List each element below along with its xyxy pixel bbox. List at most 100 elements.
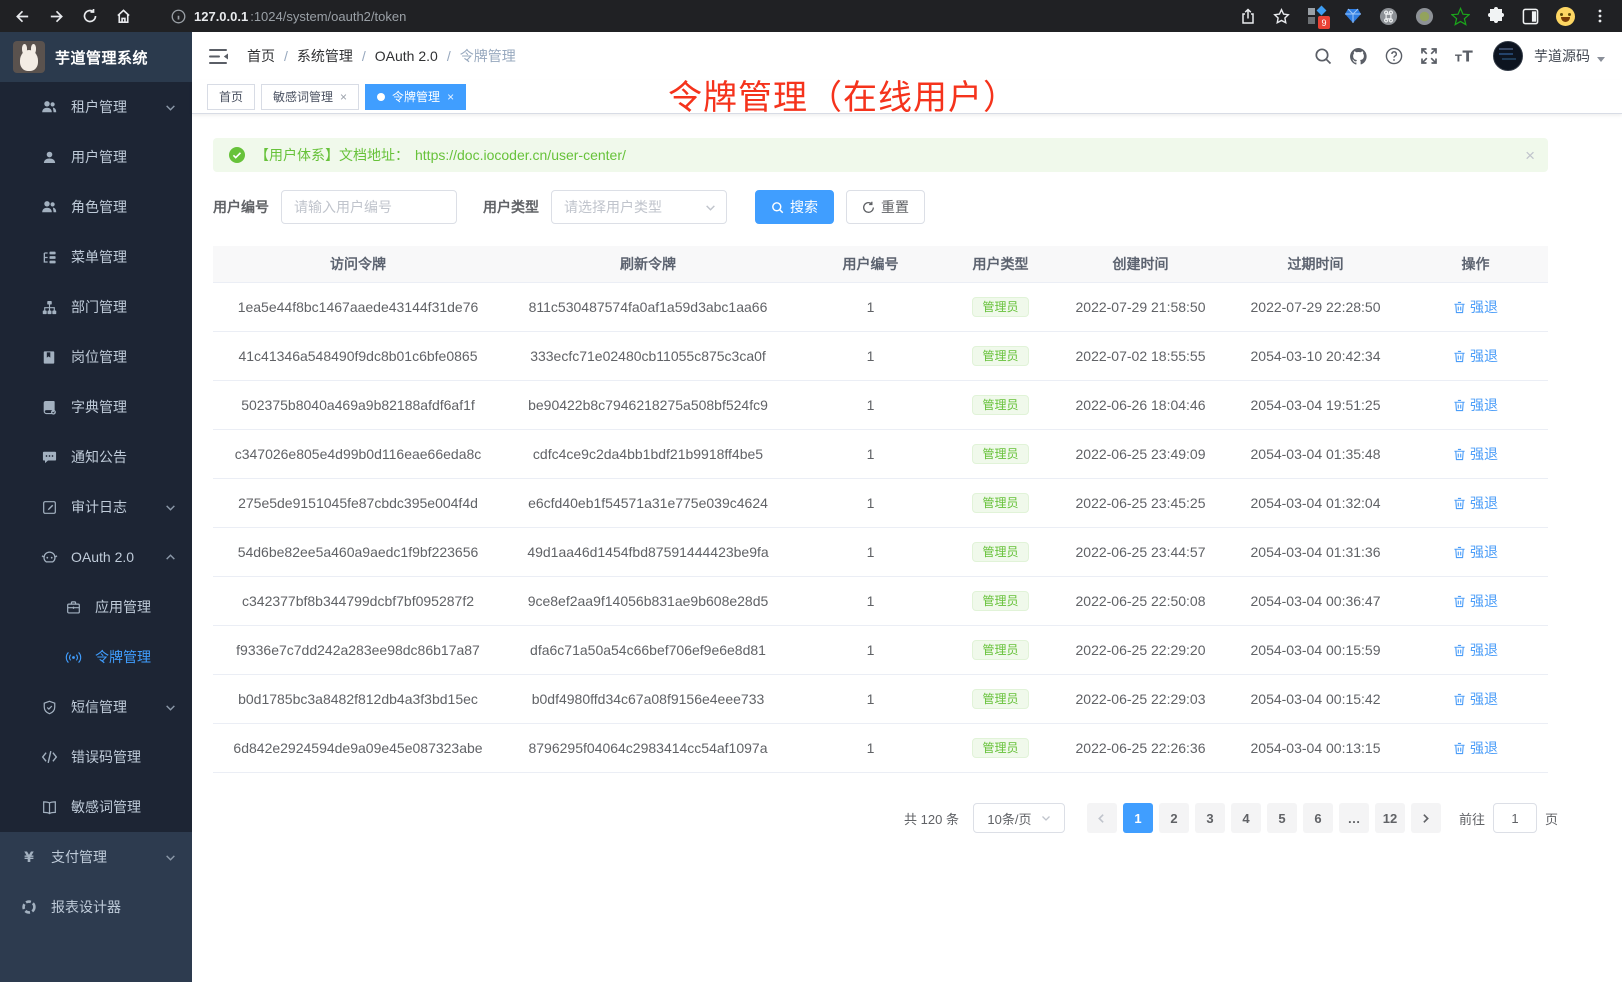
token-table: 访问令牌刷新令牌用户编号用户类型创建时间过期时间操作1ea5e44f8bc146… [213, 246, 1548, 773]
page-size-select[interactable]: 10条/页 [973, 803, 1065, 833]
record-extension-icon[interactable] [1415, 7, 1434, 26]
page-button-4[interactable]: 4 [1231, 803, 1261, 833]
address-bar[interactable]: 127.0.0.1:1024/system/oauth2/token [171, 9, 406, 24]
breadcrumb-separator: / [284, 48, 288, 64]
user-type-badge: 管理员 [972, 689, 1028, 709]
user-avatar[interactable] [1493, 41, 1523, 71]
sidebar-item-报表设计器[interactable]: 报表设计器 [0, 882, 192, 932]
page-button-3[interactable]: 3 [1195, 803, 1225, 833]
reset-button[interactable]: 重置 [846, 190, 925, 224]
side-panel-icon[interactable] [1522, 8, 1539, 25]
force-logout-button[interactable]: 强退 [1453, 640, 1498, 660]
page-button-2[interactable]: 2 [1159, 803, 1189, 833]
user-type-select[interactable]: 请选择用户类型 [551, 190, 727, 224]
reset-button-label: 重置 [881, 197, 909, 217]
command-extension-icon[interactable] [1379, 7, 1398, 26]
sidebar-item-租户管理[interactable]: 租户管理 [0, 82, 192, 132]
tab-令牌管理[interactable]: 令牌管理× [365, 84, 466, 110]
sidebar-item-OAuth 2.0[interactable]: OAuth 2.0 [0, 532, 192, 582]
tab-敏感词管理[interactable]: 敏感词管理× [261, 84, 359, 110]
sidebar-item-令牌管理[interactable]: 令牌管理 [0, 632, 192, 682]
puzzle-extension-icon[interactable] [1487, 7, 1505, 25]
sidebar-item-审计日志[interactable]: 审计日志 [0, 482, 192, 532]
force-logout-button[interactable]: 强退 [1453, 395, 1498, 415]
sidebar-item-通知公告[interactable]: 通知公告 [0, 432, 192, 482]
extension-grid-icon[interactable]: 9 [1307, 6, 1327, 26]
page-button-12[interactable]: 12 [1375, 803, 1405, 833]
tab-首页[interactable]: 首页 [207, 84, 255, 110]
green-star-extension-icon[interactable] [1451, 7, 1470, 26]
svg-text:T: T [1463, 48, 1474, 66]
sidebar-item-应用管理[interactable]: 应用管理 [0, 582, 192, 632]
sidebar-item-错误码管理[interactable]: 错误码管理 [0, 732, 192, 782]
goto-page-input[interactable] [1493, 803, 1537, 833]
force-logout-button[interactable]: 强退 [1453, 444, 1498, 464]
search-button[interactable]: 搜索 [755, 190, 834, 224]
browser-reload-icon[interactable] [82, 8, 98, 24]
extension-badge: 9 [1318, 16, 1330, 29]
created-time-cell: 2022-06-25 22:29:20 [1053, 626, 1228, 674]
page-size-value: 10条/页 [987, 809, 1031, 828]
next-page-button[interactable] [1411, 803, 1441, 833]
force-logout-button[interactable]: 强退 [1453, 689, 1498, 709]
page-button-5[interactable]: 5 [1267, 803, 1297, 833]
user-type-cell: 管理员 [948, 724, 1053, 772]
user-type-cell: 管理员 [948, 577, 1053, 625]
force-logout-button[interactable]: 强退 [1453, 542, 1498, 562]
breadcrumb-item[interactable]: 系统管理 [297, 46, 353, 66]
force-logout-button[interactable]: 强退 [1453, 591, 1498, 611]
column-header-用户编号: 用户编号 [793, 246, 948, 282]
alert-doc-link[interactable]: https://doc.iocoder.cn/user-center/ [415, 147, 626, 163]
username[interactable]: 芋道源码 [1534, 46, 1590, 66]
force-logout-button[interactable]: 强退 [1453, 346, 1498, 366]
sidebar-item-用户管理[interactable]: 用户管理 [0, 132, 192, 182]
tab-close-icon[interactable]: × [447, 90, 454, 104]
breadcrumb-item[interactable]: OAuth 2.0 [375, 48, 438, 64]
sidebar-item-支付管理[interactable]: ¥支付管理 [0, 832, 192, 882]
breadcrumb-item: 令牌管理 [460, 46, 516, 66]
user-id-input[interactable] [281, 190, 457, 224]
sidebar-item-角色管理[interactable]: 角色管理 [0, 182, 192, 232]
sidebar-item-短信管理[interactable]: 短信管理 [0, 682, 192, 732]
browser-forward-icon[interactable] [48, 8, 65, 25]
doc-alert-banner: 【用户体系】文档地址： https://doc.iocoder.cn/user-… [213, 138, 1548, 172]
sidebar-item-字典管理[interactable]: 字典管理 [0, 382, 192, 432]
tab-close-icon[interactable]: × [340, 90, 347, 104]
browser-home-icon[interactable] [115, 8, 132, 25]
profile-emoji-icon[interactable] [1556, 7, 1575, 26]
github-icon[interactable] [1349, 47, 1368, 66]
page-button-1[interactable]: 1 [1123, 803, 1153, 833]
app-logo[interactable]: 芋道管理系统 [0, 32, 192, 82]
font-size-icon[interactable]: TT [1455, 47, 1476, 65]
gem-extension-icon[interactable] [1344, 8, 1362, 24]
trash-icon [1453, 448, 1466, 461]
trash-icon [1453, 693, 1466, 706]
user-menu-caret-icon[interactable] [1597, 57, 1605, 62]
breadcrumb-item[interactable]: 首页 [247, 46, 275, 66]
sidebar-item-敏感词管理[interactable]: 敏感词管理 [0, 782, 192, 832]
fullscreen-icon[interactable] [1420, 47, 1438, 65]
help-icon[interactable] [1385, 47, 1403, 65]
access-token-cell: f9336e7c7dd242a283ee98dc86b17a87 [213, 626, 503, 674]
force-logout-label: 强退 [1470, 689, 1498, 709]
browser-menu-icon[interactable] [1592, 8, 1608, 24]
force-logout-button[interactable]: 强退 [1453, 738, 1498, 758]
force-logout-button[interactable]: 强退 [1453, 297, 1498, 317]
sidebar-item-部门管理[interactable]: 部门管理 [0, 282, 192, 332]
sidebar-item-岗位管理[interactable]: 岗位管理 [0, 332, 192, 382]
force-logout-button[interactable]: 强退 [1453, 493, 1498, 513]
share-icon[interactable] [1240, 8, 1256, 25]
alert-close-icon[interactable]: × [1525, 147, 1535, 164]
sidebar-item-菜单管理[interactable]: 菜单管理 [0, 232, 192, 282]
bookmark-star-icon[interactable] [1273, 8, 1290, 25]
page-button-6[interactable]: 6 [1303, 803, 1333, 833]
sidebar-item-label: 令牌管理 [95, 647, 151, 667]
search-icon[interactable] [1314, 47, 1332, 65]
table-row: 502375b8040a469a9b82188afdf6af1fbe90422b… [213, 381, 1548, 430]
page-ellipsis-button[interactable]: … [1339, 803, 1369, 833]
prev-page-button[interactable] [1087, 803, 1117, 833]
pay-icon: ¥ [20, 849, 38, 865]
browser-back-icon[interactable] [14, 8, 31, 25]
collapse-sidebar-icon[interactable] [209, 48, 229, 65]
table-row: 41c41346a548490f9dc8b01c6bfe0865333ecfc7… [213, 332, 1548, 381]
